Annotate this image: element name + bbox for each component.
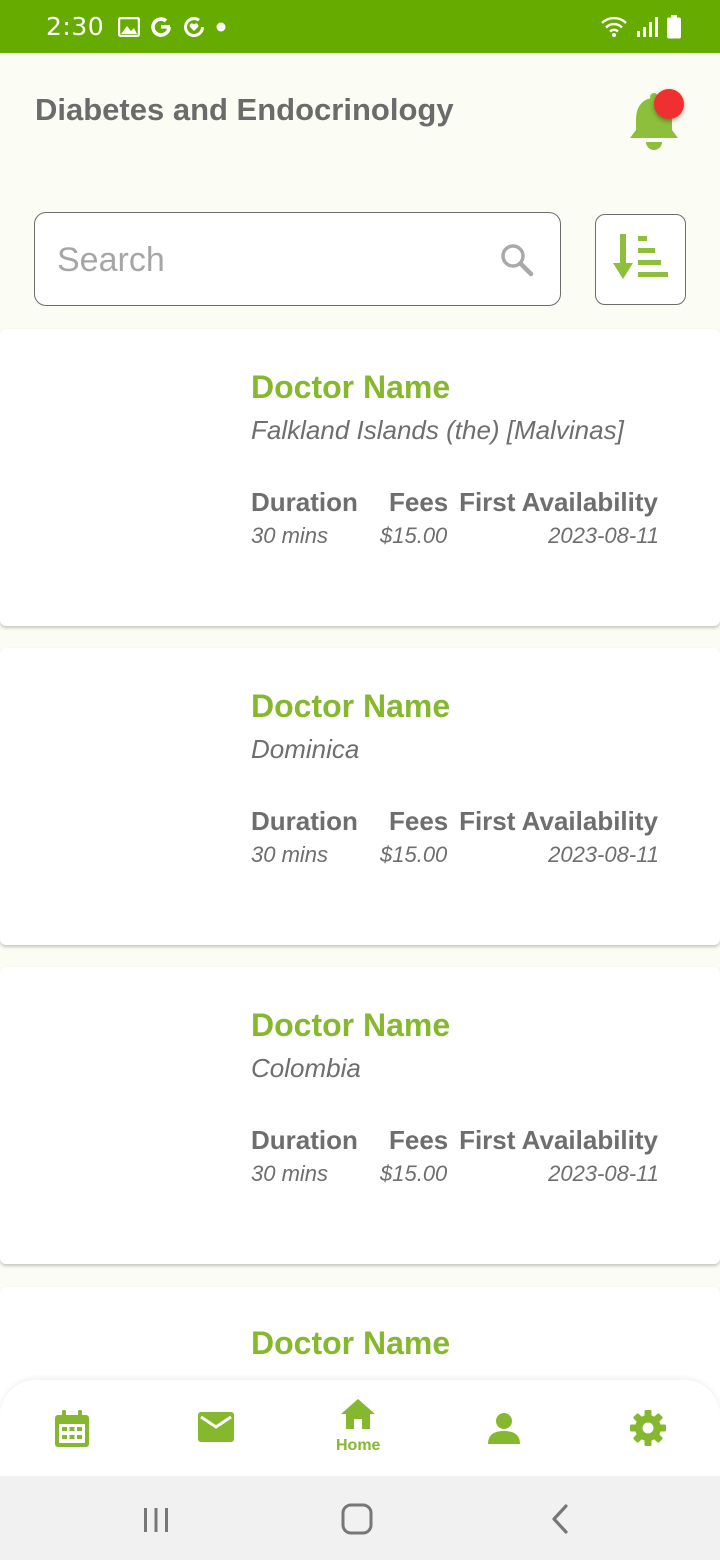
nav-messages[interactable] (198, 1412, 234, 1447)
fees-header: Fees (389, 1125, 449, 1155)
nav-settings[interactable] (630, 1410, 666, 1451)
image-icon (118, 16, 141, 37)
health-app-icon (182, 15, 206, 39)
home-system-icon[interactable] (341, 1503, 373, 1540)
system-nav-bar (0, 1476, 720, 1560)
fees-header: Fees (389, 806, 449, 836)
doctor-country: Dominica (251, 734, 360, 764)
doctor-name: Doctor Name (251, 1007, 451, 1043)
fees-value: $15.00 (380, 1161, 448, 1186)
signal-icon (636, 16, 658, 38)
duration-header: Duration (251, 806, 358, 836)
doctor-card[interactable]: Doctor Name Colombia Duration Fees First… (0, 967, 720, 1264)
fees-value: $15.00 (380, 842, 448, 867)
back-icon[interactable] (548, 1504, 572, 1539)
duration-value: 30 mins (251, 842, 329, 867)
mail-icon (198, 1412, 234, 1447)
battery-icon (666, 14, 682, 39)
search-box[interactable] (34, 212, 561, 306)
nav-home-label: Home (336, 1437, 381, 1454)
recent-apps-icon[interactable] (142, 1506, 170, 1539)
dot-icon (216, 22, 226, 32)
nav-home[interactable]: Home (336, 1398, 380, 1455)
first-availability-value: 2023-08-11 (548, 523, 659, 548)
fees-header: Fees (389, 487, 449, 517)
first-availability-header: First Availability (459, 806, 658, 836)
first-availability-header: First Availability (459, 487, 658, 517)
duration-header: Duration (251, 487, 358, 517)
duration-header: Duration (251, 1125, 358, 1155)
duration-value: 30 mins (251, 523, 329, 548)
doctor-card[interactable]: Doctor Name Falkland Islands (the) [Malv… (0, 329, 720, 626)
calendar-icon (54, 1410, 90, 1453)
person-icon (487, 1412, 521, 1449)
bottom-nav: Home (0, 1380, 720, 1476)
doctor-name: Doctor Name (251, 688, 451, 724)
first-availability-value: 2023-08-11 (548, 842, 659, 867)
home-icon (340, 1398, 376, 1435)
search-input[interactable] (57, 235, 487, 285)
sort-descending-icon (612, 233, 669, 286)
notification-badge (654, 89, 684, 119)
sort-button[interactable] (595, 214, 686, 305)
doctor-card[interactable]: Doctor Name Dominica Duration Fees First… (0, 648, 720, 945)
doctor-name: Doctor Name (251, 1325, 451, 1361)
first-availability-header: First Availability (459, 1125, 658, 1155)
gear-icon (630, 1410, 666, 1451)
search-icon[interactable] (497, 240, 537, 280)
wifi-icon (600, 16, 628, 38)
doctor-name: Doctor Name (251, 369, 451, 405)
nav-calendar[interactable] (54, 1410, 90, 1453)
page-title: Diabetes and Endocrinology (35, 92, 454, 127)
status-bar: 2:30 (0, 0, 720, 53)
google-icon (150, 16, 172, 38)
doctor-country: Falkland Islands (the) [Malvinas] (251, 415, 624, 445)
status-time: 2:30 (46, 12, 105, 41)
first-availability-value: 2023-08-11 (548, 1161, 659, 1186)
fees-value: $15.00 (380, 523, 448, 548)
nav-profile[interactable] (487, 1412, 521, 1449)
doctor-country: Colombia (251, 1053, 361, 1083)
duration-value: 30 mins (251, 1161, 329, 1186)
